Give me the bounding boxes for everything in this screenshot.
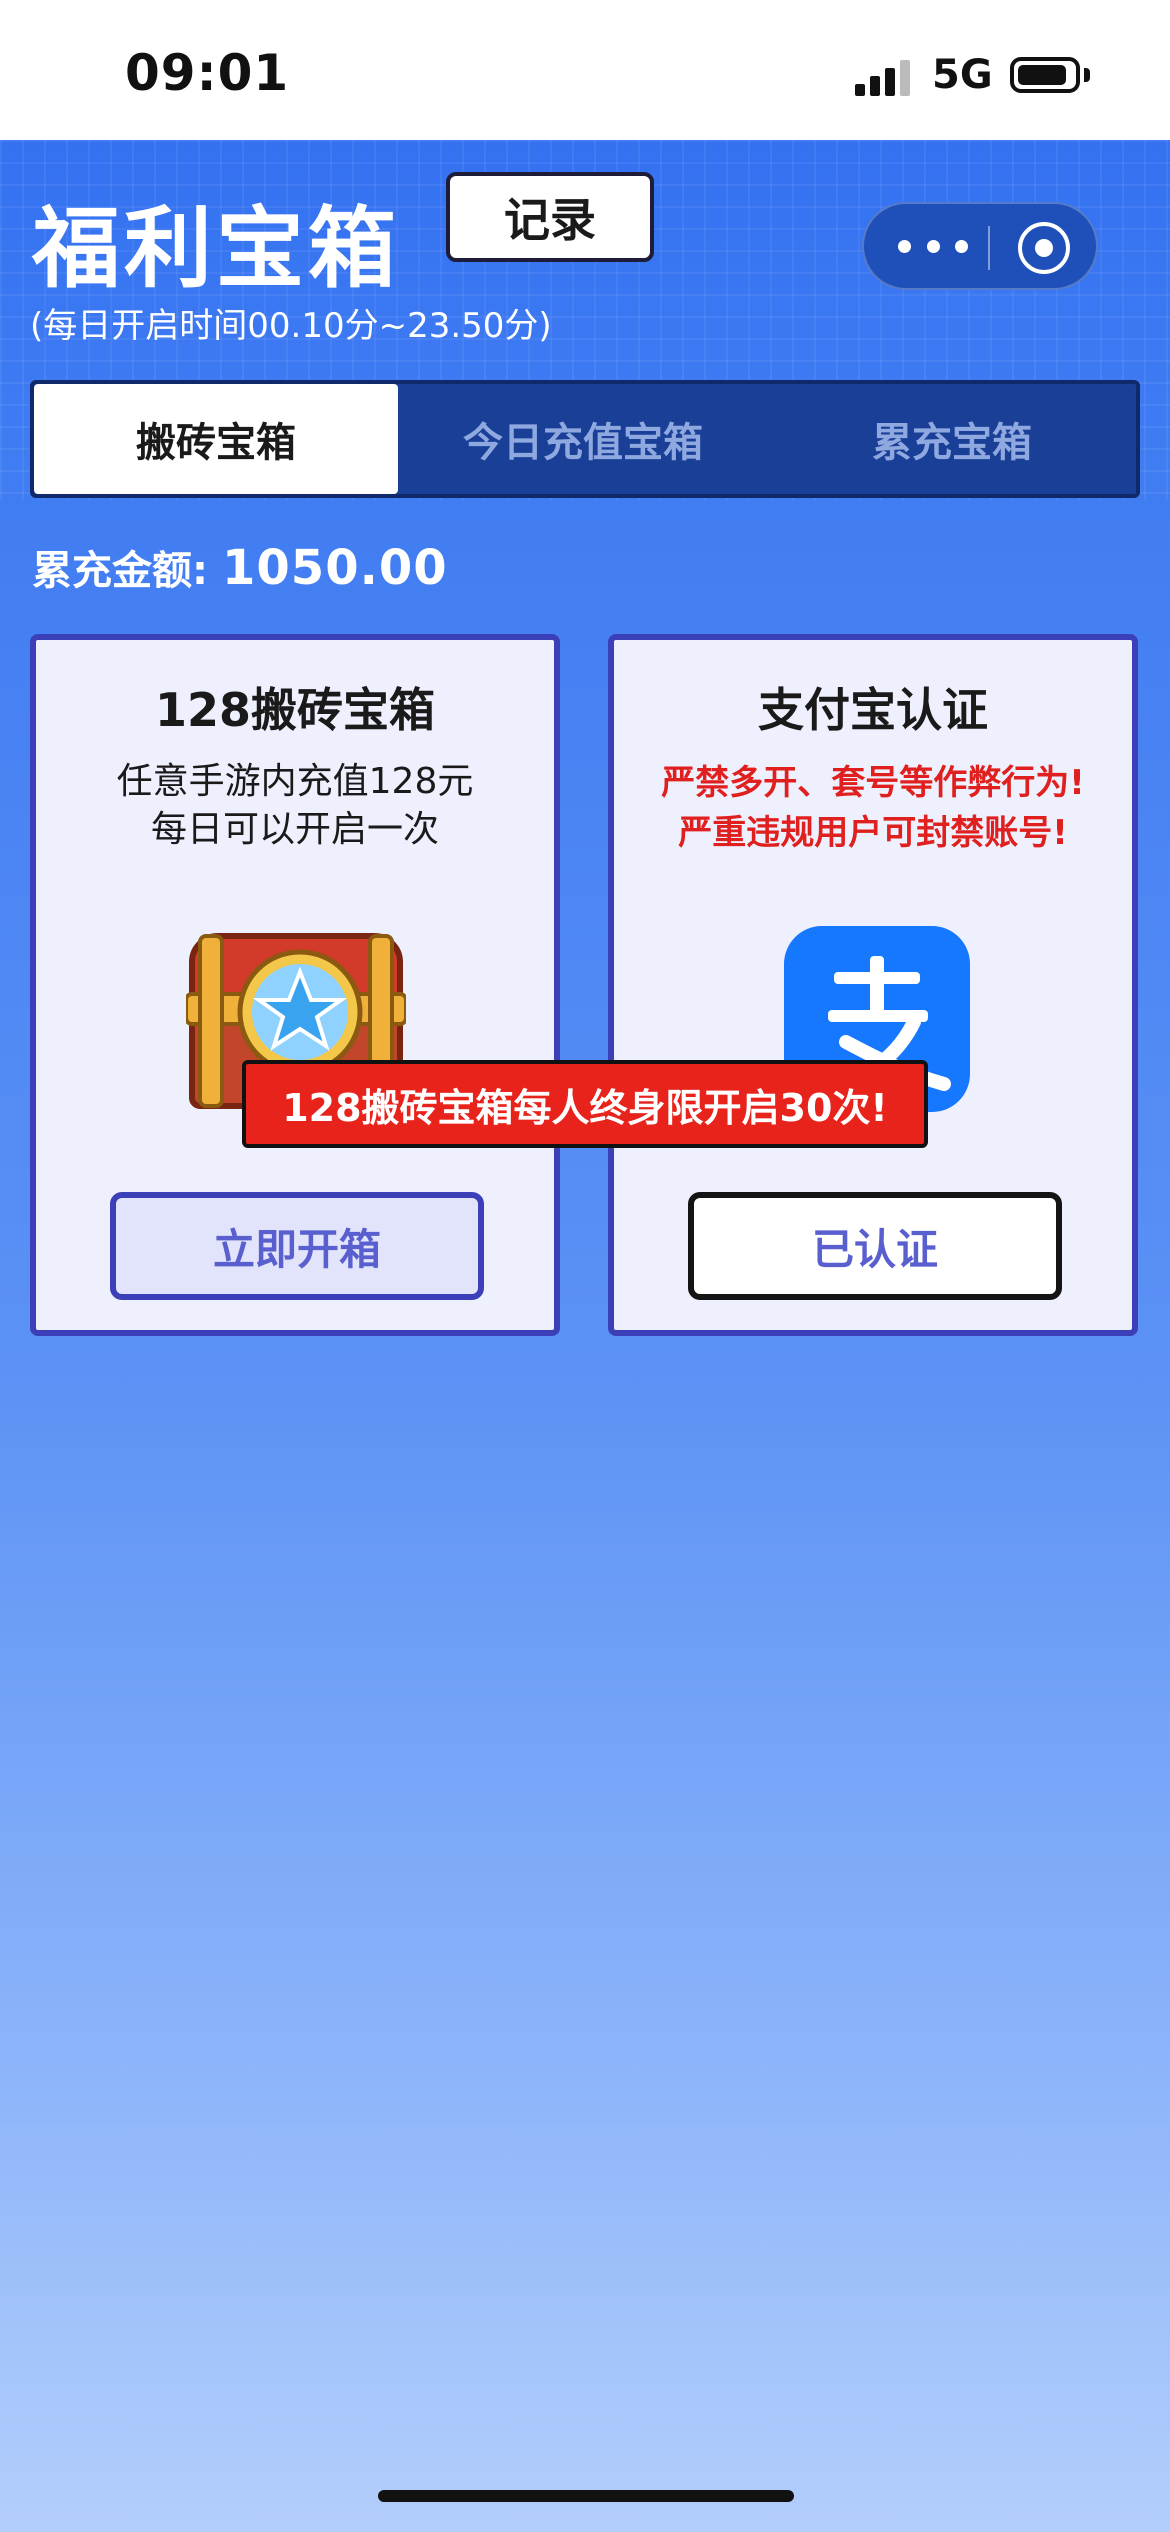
open-time-note: (每日开启时间00.10分~23.50分): [30, 306, 552, 346]
card-title: 128搬砖宝箱: [154, 683, 436, 737]
alipay-verify-card: 支付宝认证 严禁多开、套号等作弊行为! 严重违规用户可封禁账号! 已认证: [608, 634, 1138, 1336]
total-recharge-label: 累充金额:: [32, 548, 208, 594]
status-time: 09:01: [125, 44, 290, 102]
limit-banner: 128搬砖宝箱每人终身限开启30次!: [242, 1060, 928, 1148]
record-button[interactable]: 记录: [446, 172, 654, 262]
close-miniprogram-icon[interactable]: [1018, 222, 1070, 274]
total-recharge-value: 1050.00: [222, 540, 448, 596]
brick-chest-card: 128搬砖宝箱 任意手游内充值128元 每日可以开启一次 立即开箱: [30, 634, 560, 1336]
card-title: 支付宝认证: [758, 683, 988, 737]
verified-button[interactable]: 已认证: [688, 1192, 1062, 1300]
card-warning: 严禁多开、套号等作弊行为! 严重违规用户可封禁账号!: [661, 763, 1085, 853]
miniprogram-capsule: [862, 202, 1098, 290]
total-recharge: 累充金额: 1050.00: [32, 538, 448, 596]
page-title: 福利宝箱: [32, 197, 401, 300]
status-bar: 09:01 5G: [0, 0, 1170, 140]
tab-today-recharge-chest[interactable]: 今日充值宝箱: [398, 384, 768, 494]
card-description: 任意手游内充值128元 每日可以开启一次: [116, 761, 474, 850]
home-indicator[interactable]: [378, 2490, 794, 2502]
open-chest-button[interactable]: 立即开箱: [110, 1192, 484, 1300]
tab-cumulative-chest[interactable]: 累充宝箱: [768, 384, 1136, 494]
tab-bar: 搬砖宝箱 今日充值宝箱 累充宝箱: [30, 380, 1140, 498]
more-icon[interactable]: [898, 224, 968, 268]
tab-brick-chest[interactable]: 搬砖宝箱: [34, 384, 398, 494]
signal-icon: [855, 60, 910, 96]
battery-icon: [1010, 57, 1080, 93]
network-label: 5G: [932, 52, 993, 98]
